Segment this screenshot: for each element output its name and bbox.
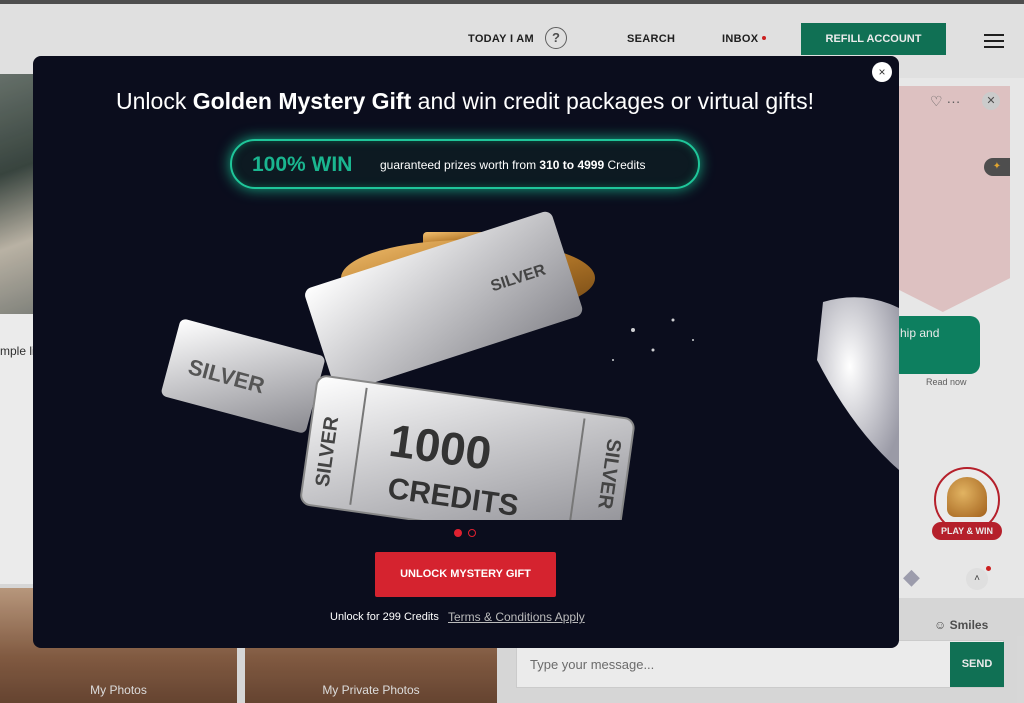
carousel-dots: [454, 524, 482, 542]
silver-ticket-back: SILVER: [161, 319, 325, 433]
win-percent: 100% WIN: [252, 153, 353, 176]
carousel-dot[interactable]: [468, 529, 476, 537]
diamond-heart-gift: [817, 297, 899, 470]
prize-range: 310 to 4999: [539, 158, 605, 172]
headline-suffix: and win credit packages or virtual gifts…: [411, 88, 814, 114]
modal-headline: Unlock Golden Mystery Gift and win credi…: [0, 88, 930, 115]
unlock-cost-note: Unlock for 299 Credits: [330, 611, 439, 623]
silver-ticket-front: SILVER SILVER 1000 CREDITS: [300, 375, 635, 520]
close-icon[interactable]: ×: [872, 62, 892, 82]
prize-range-text: guaranteed prizes worth from 310 to 4999…: [380, 158, 645, 172]
unlock-mystery-gift-button[interactable]: UNLOCK MYSTERY GIFT: [375, 552, 556, 597]
prize-prefix: guaranteed prizes worth from: [380, 158, 540, 172]
headline-bold: Golden Mystery Gift: [192, 88, 412, 114]
headline-prefix: Unlock: [116, 88, 193, 114]
carousel-dot-active[interactable]: [454, 529, 462, 537]
prize-suffix: Credits: [604, 158, 646, 172]
gift-illustration: SILVER SILVER SILVER SILVER 1000 CREDITS: [161, 211, 899, 520]
terms-link[interactable]: Terms & Conditions Apply: [448, 610, 585, 624]
